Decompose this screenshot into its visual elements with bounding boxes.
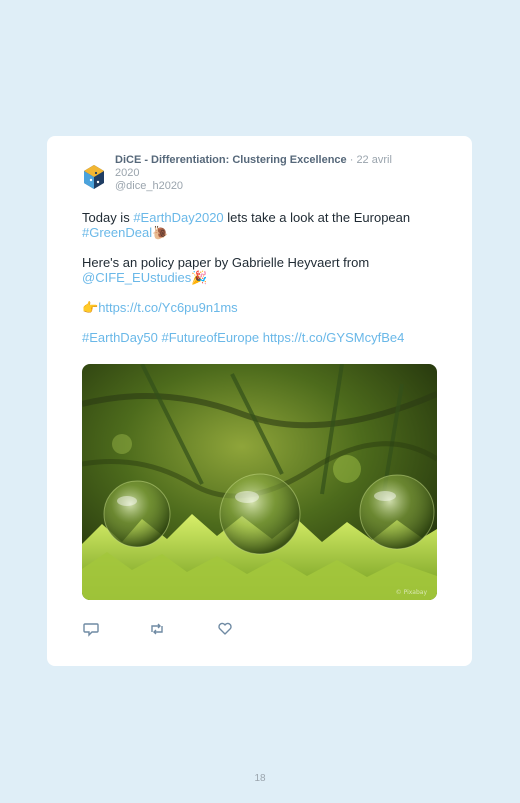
- text-segment: Here's an policy paper by Gabrielle Heyv…: [82, 255, 370, 270]
- retweet-icon[interactable]: [148, 620, 166, 638]
- text-segment: lets take a look at the European: [223, 210, 411, 225]
- author-line: DiCE - Differentiation: Clustering Excel…: [115, 154, 415, 180]
- text-segment: Today is: [82, 210, 134, 225]
- tweet-paragraph-2: Here's an policy paper by Gabrielle Heyv…: [82, 255, 437, 285]
- dice-logo-icon[interactable]: [83, 164, 105, 190]
- hashtag-link[interactable]: #EarthDay2020: [133, 210, 223, 225]
- tweet-card: DiCE - Differentiation: Clustering Excel…: [47, 136, 472, 666]
- pointing-hand-emoji-icon: 👉: [82, 300, 99, 315]
- mention-link[interactable]: @CIFE_EUstudies: [82, 270, 191, 285]
- image-watermark: © Pixabay: [396, 589, 428, 596]
- url-link[interactable]: https://t.co/GYSMcyfBe4: [263, 330, 405, 345]
- tweet-actions: [82, 620, 282, 638]
- hashtag-link[interactable]: #GreenDeal: [82, 225, 152, 240]
- tweet-paragraph-4: #EarthDay50 #FutureofEurope https://t.co…: [82, 330, 437, 345]
- heart-icon[interactable]: [216, 620, 234, 638]
- tweet-photo[interactable]: © Pixabay: [82, 364, 437, 600]
- url-link[interactable]: https://t.co/Yc6pu9n1ms: [98, 300, 237, 315]
- tweet-paragraph-1: Today is #EarthDay2020 lets take a look …: [82, 210, 437, 240]
- tweet-body: Today is #EarthDay2020 lets take a look …: [82, 210, 437, 360]
- page-number: 18: [254, 773, 266, 784]
- author-handle[interactable]: @dice_h2020: [115, 180, 415, 193]
- tweet-meta: DiCE - Differentiation: Clustering Excel…: [115, 154, 415, 193]
- tweet-paragraph-3: 👉https://t.co/Yc6pu9n1ms: [82, 300, 437, 315]
- author-name[interactable]: DiCE - Differentiation: Clustering Excel…: [115, 154, 347, 166]
- hashtag-link[interactable]: #FutureofEurope: [162, 330, 260, 345]
- reply-icon[interactable]: [82, 620, 100, 638]
- party-emoji-icon: 🎉: [191, 270, 208, 285]
- dewdrops-on-plant-image: © Pixabay: [82, 364, 437, 600]
- snail-emoji-icon: 🐌: [152, 225, 169, 240]
- hashtag-link[interactable]: #EarthDay50: [82, 330, 158, 345]
